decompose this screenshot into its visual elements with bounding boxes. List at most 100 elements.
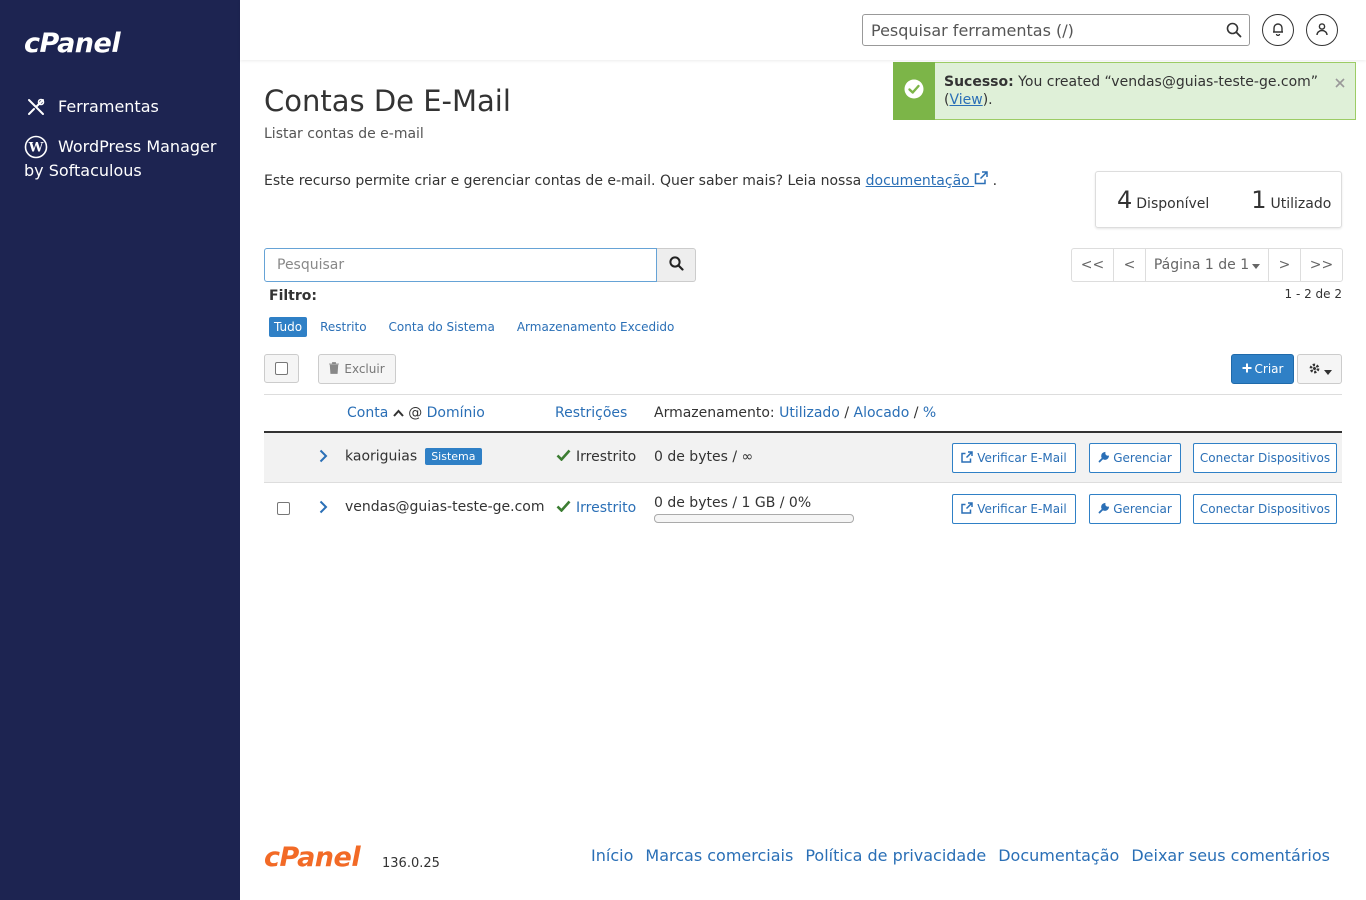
sort-domain[interactable]: Domínio <box>427 405 485 421</box>
footer-link-privacy[interactable]: Política de privacidade <box>805 846 986 865</box>
sort-allocated[interactable]: Alocado <box>854 405 910 421</box>
page-title: Contas De E-Mail <box>264 84 511 118</box>
table-row: kaoriguias Sistema Irrestrito 0 de bytes … <box>264 433 1342 483</box>
system-badge: Sistema <box>425 448 482 465</box>
restriction-link[interactable]: Irrestrito <box>576 500 636 516</box>
storage-sep-2: / <box>913 405 919 421</box>
manage-button[interactable]: Gerenciar <box>1089 494 1181 524</box>
account-search <box>264 248 696 282</box>
user-icon <box>1315 21 1329 40</box>
wrench-icon <box>1098 451 1110 466</box>
alert-icon-bar <box>893 62 935 120</box>
column-storage: Armazenamento: Utilizado / Alocado / % <box>654 405 936 421</box>
account-name: vendas@guias-teste-ge.com <box>345 499 545 515</box>
search-icon <box>668 255 684 275</box>
manage-button[interactable]: Gerenciar <box>1089 443 1181 473</box>
sidebar-item-label: Ferramentas <box>58 97 159 116</box>
manage-label: Gerenciar <box>1113 451 1172 465</box>
select-all-checkbox[interactable] <box>264 354 299 383</box>
storage-value: 0 de bytes / 1 GB / 0% <box>654 495 812 511</box>
tool-search-input[interactable] <box>862 14 1250 46</box>
storage-progress-bar <box>654 514 854 523</box>
filter-restricted[interactable]: Restrito <box>320 320 366 334</box>
check-email-label: Verificar E-Mail <box>977 502 1067 516</box>
pagination: << < Página 1 de 1 > >> <box>1071 248 1343 282</box>
check-email-button[interactable]: Verificar E-Mail <box>952 494 1076 524</box>
gear-icon <box>1308 360 1321 379</box>
stat-used: 1 Utilizado <box>1251 186 1331 214</box>
next-page-button[interactable]: > <box>1269 249 1301 281</box>
search-button[interactable] <box>657 248 696 282</box>
alert-paren-close: ). <box>982 92 993 108</box>
row-checkbox[interactable] <box>277 502 290 515</box>
filter-label: Filtro: <box>269 288 317 304</box>
wrench-icon <box>1098 502 1110 517</box>
documentation-link-label: documentação <box>865 173 970 189</box>
stat-available: 4 Disponível <box>1117 186 1209 214</box>
create-button[interactable]: Criar <box>1231 354 1294 384</box>
chevron-right-icon[interactable] <box>316 500 330 514</box>
column-account-domain: Conta @ Domínio <box>347 405 485 421</box>
settings-dropdown-button[interactable] <box>1297 354 1342 384</box>
delete-label: Excluir <box>344 362 385 376</box>
footer-cpanel-logo[interactable]: cPanel <box>264 842 361 873</box>
sidebar-item-ferramentas[interactable]: Ferramentas <box>24 95 159 119</box>
filter-system-account[interactable]: Conta do Sistema <box>389 320 495 334</box>
prev-page-button[interactable]: < <box>1114 249 1146 281</box>
chevron-right-icon[interactable] <box>316 449 330 463</box>
sort-percent[interactable]: % <box>923 405 936 421</box>
footer-links: Início Marcas comerciais Política de pri… <box>579 846 1330 865</box>
filter-storage-exceeded[interactable]: Armazenamento Excedido <box>517 320 675 334</box>
bell-icon <box>1271 21 1285 40</box>
alert-view-link[interactable]: View <box>949 92 982 108</box>
sidebar: cPanel Ferramentas W WordPress Manager b… <box>0 0 240 900</box>
caret-down-icon <box>1323 360 1332 379</box>
footer-link-trademarks[interactable]: Marcas comerciais <box>645 846 793 865</box>
success-alert: Sucesso: You created “vendas@guias-teste… <box>893 62 1356 120</box>
page-select[interactable]: Página 1 de 1 <box>1146 249 1269 281</box>
footer-link-home[interactable]: Início <box>591 846 633 865</box>
table-row: vendas@guias-teste-ge.com Irrestrito 0 d… <box>264 484 1342 532</box>
sort-asc-icon <box>393 405 404 421</box>
filter-list: Tudo Restrito Conta do Sistema Armazenam… <box>269 317 696 337</box>
documentation-link[interactable]: documentação <box>865 171 989 189</box>
checkbox <box>275 362 288 375</box>
create-label: Criar <box>1254 362 1284 376</box>
sidebar-item-wordpress-manager[interactable]: W WordPress Manager by Softaculous <box>24 135 224 180</box>
check-email-button[interactable]: Verificar E-Mail <box>952 443 1076 473</box>
intro-text: Este recurso permite criar e gerenciar c… <box>264 171 997 189</box>
first-page-button[interactable]: << <box>1072 249 1114 281</box>
footer-link-feedback[interactable]: Deixar seus comentários <box>1131 846 1330 865</box>
alert-text: You created “vendas@guias-teste-ge.com” <box>1013 74 1319 90</box>
check-icon <box>556 500 571 516</box>
notifications-button[interactable] <box>1262 14 1294 46</box>
check-email-label: Verificar E-Mail <box>977 451 1067 465</box>
restriction-cell: Irrestrito <box>556 449 636 465</box>
footer-link-documentation[interactable]: Documentação <box>998 846 1119 865</box>
caret-down-icon <box>1252 257 1261 273</box>
top-bar <box>240 0 1366 60</box>
intro-end: . <box>988 173 998 189</box>
close-icon[interactable] <box>1335 73 1345 92</box>
sort-restrictions[interactable]: Restrições <box>555 405 627 421</box>
page-select-label: Página 1 de 1 <box>1153 257 1250 273</box>
connect-devices-button[interactable]: Conectar Dispositivos <box>1193 443 1337 473</box>
alert-strong: Sucesso: <box>944 74 1014 90</box>
user-menu-button[interactable] <box>1306 14 1338 46</box>
intro-body: Este recurso permite criar e gerenciar c… <box>264 173 866 189</box>
account-name: kaoriguias <box>345 448 418 465</box>
account-search-input[interactable] <box>264 248 657 282</box>
filter-all[interactable]: Tudo <box>269 317 308 337</box>
trash-icon <box>329 361 340 377</box>
cpanel-logo[interactable]: cPanel <box>24 28 121 59</box>
restriction-cell[interactable]: Irrestrito <box>556 500 636 516</box>
sort-used[interactable]: Utilizado <box>779 405 840 421</box>
sort-account[interactable]: Conta <box>347 405 388 421</box>
last-page-button[interactable]: >> <box>1301 249 1342 281</box>
delete-button[interactable]: Excluir <box>318 354 396 384</box>
alert-message: Sucesso: You created “vendas@guias-teste… <box>944 73 1324 109</box>
storage-label: Armazenamento: <box>654 405 775 421</box>
connect-devices-button[interactable]: Conectar Dispositivos <box>1193 494 1337 524</box>
search-icon[interactable] <box>1226 22 1242 38</box>
manage-label: Gerenciar <box>1113 502 1172 516</box>
